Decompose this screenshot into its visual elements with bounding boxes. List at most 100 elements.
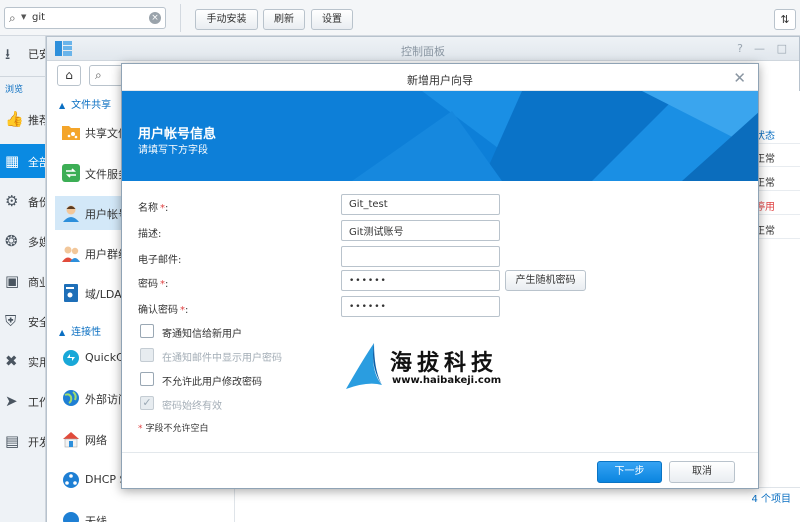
shared-folder-icon [62,126,80,140]
wizard-banner: 用户帐号信息 请填写下方字段 [122,91,758,181]
home-icon[interactable]: ⌂ [57,65,81,86]
sidebar-item-label: 推荐 [28,114,45,127]
required-mark: * [180,305,185,316]
checkbox-box[interactable] [140,348,154,362]
wizard-title: 新增用户向导 [407,74,473,87]
checkbox-label: 在通知邮件中显示用户密码 [162,353,282,364]
checkbox-label: 密码始终有效 [162,401,222,412]
package-search-input[interactable]: git [32,12,45,23]
backup-icon: ⚙ [5,192,19,210]
wireless-icon [63,512,79,522]
password-input[interactable] [341,270,500,291]
help-icon[interactable]: ? [737,42,743,55]
divider [122,452,758,453]
wizard-heading: 用户帐号信息 [138,127,217,142]
password-label-text: 密码 [138,279,158,290]
shield-icon: ⛨ [5,312,17,330]
chevron-up-icon: ▲ [59,328,66,337]
confirm-password-input[interactable] [341,296,500,317]
required-mark: * [160,279,165,290]
sidebar-item-all[interactable]: ▦ 全部 [0,144,45,178]
file-services-icon [62,164,80,182]
group-label: 连接性 [71,327,102,338]
watermark-url: www.haibakeji.com [392,375,502,386]
dhcp-icon [63,472,79,488]
package-search-box[interactable]: ⌕ ▼ git × [4,7,166,29]
sidebar-item-label: 实用 [28,356,45,369]
control-panel-search[interactable]: ⌕ [89,65,123,86]
chevron-down-icon[interactable]: ▼ [21,13,26,21]
download-icon: ⭳ [5,45,11,63]
group-icon [62,246,80,262]
sidebar-item-label: 开发 [28,436,45,449]
search-icon[interactable]: ⌕ [9,11,16,26]
name-input[interactable] [341,194,500,215]
sidebar-item-installed[interactable]: ⭳ 已安 [0,36,45,70]
chevron-up-icon: ▲ [59,101,66,110]
manual-install-button[interactable]: 手动安装 [195,9,258,30]
banner-background [122,91,758,181]
sort-icon[interactable]: ⇅ [774,9,796,30]
wizard-subheading: 请填写下方字段 [138,145,208,156]
item-count: 4 个项目 [751,494,791,505]
sidebar-item-label: 安全 [28,316,45,329]
watermark-cn-text: 海拔科技 [390,351,499,376]
package-center-toolbar: ⌕ ▼ git × 手动安装 刷新 设置 ⇅ [0,0,800,36]
sidebar-item-label: 全部 [28,156,45,169]
dev-icon: ▤ [5,432,20,450]
checkbox-box[interactable] [140,372,154,386]
sidebar-item-label: 网络 [85,434,107,447]
name-label-text: 名称 [138,203,158,214]
sidebar-item-utilities[interactable]: ✖ 实用 [0,344,45,378]
sidebar-item-business[interactable]: ▣ 商业 [0,264,45,298]
divider [0,76,45,77]
sidebar-item-developer[interactable]: ▤ 开发 [0,424,45,458]
film-reel-icon: ❂ [5,232,18,250]
cancel-button[interactable]: 取消 [669,461,735,483]
sidebar-item-backup[interactable]: ⚙ 备份 [0,184,45,218]
sidebar-item-multimedia[interactable]: ❂ 多媒 [0,224,45,258]
control-panel-title: 控制面板 [401,45,445,58]
settings-button[interactable]: 设置 [311,9,353,30]
browse-section-label: 浏览 [5,85,24,95]
name-label: 名称 *: [138,203,169,214]
watermark-sail-logo [346,343,382,389]
quickconnect-icon [63,350,79,366]
thumbs-up-icon: 👍 [5,110,24,128]
checkbox-box[interactable] [140,324,154,338]
minimize-icon[interactable]: — [754,42,765,55]
clear-search-icon[interactable]: × [149,12,161,24]
sidebar-item-label: 已安 [28,48,45,61]
password-label: 密码 *: [138,279,169,290]
sidebar-item-productivity[interactable]: ➤ 工作 [0,384,45,418]
package-center-sidebar: ⭳ 已安 浏览 👍 推荐 ▦ 全部 ⚙ 备份 ❂ 多媒 ▣ 商业 ⛨ 安全 ✖ … [0,36,46,522]
search-icon: ⌕ [95,68,102,82]
toolbar-divider [180,4,181,32]
close-icon[interactable]: ✕ [733,69,746,87]
maximize-icon[interactable]: □ [777,42,787,55]
required-mark: * [160,203,165,214]
confirm-label-text: 确认密码 [138,305,178,316]
group-label: 文件共享 [71,100,112,111]
watermark: 海拔科技 www.haibakeji.com [344,341,504,391]
refresh-button[interactable]: 刷新 [263,9,305,30]
checkmark-icon[interactable]: ✓ [140,396,154,410]
create-user-wizard: 新增用户向导 ✕ 用户帐号信息 请填写下方字段 名称*: 描述: 电子邮件: 密… [121,63,759,489]
required-field-note: * 字段不允许空白 [138,421,209,434]
checkbox-label: 寄通知信给新用户 [162,329,242,340]
next-button[interactable]: 下一步 [597,461,662,483]
network-home-icon [63,432,79,448]
sidebar-item-recommended[interactable]: 👍 推荐 [0,102,45,136]
description-input[interactable] [341,220,500,241]
sidebar-item-security[interactable]: ⛨ 安全 [0,304,45,338]
sidebar-item-label: 工作 [28,396,45,409]
email-input[interactable] [341,246,500,267]
email-label: 电子邮件: [138,255,182,266]
control-panel-titlebar[interactable]: 控制面板 ? — □ [47,37,799,61]
sidebar-item-wireless[interactable]: 无线 [55,503,233,522]
group-file-sharing[interactable]: ▲ 文件共享 [59,96,111,111]
description-label: 描述: [138,229,162,240]
wizard-titlebar[interactable]: 新增用户向导 ✕ [122,64,758,91]
group-connectivity[interactable]: ▲ 连接性 [59,323,101,338]
generate-random-password-button[interactable]: 产生随机密码 [505,270,586,291]
